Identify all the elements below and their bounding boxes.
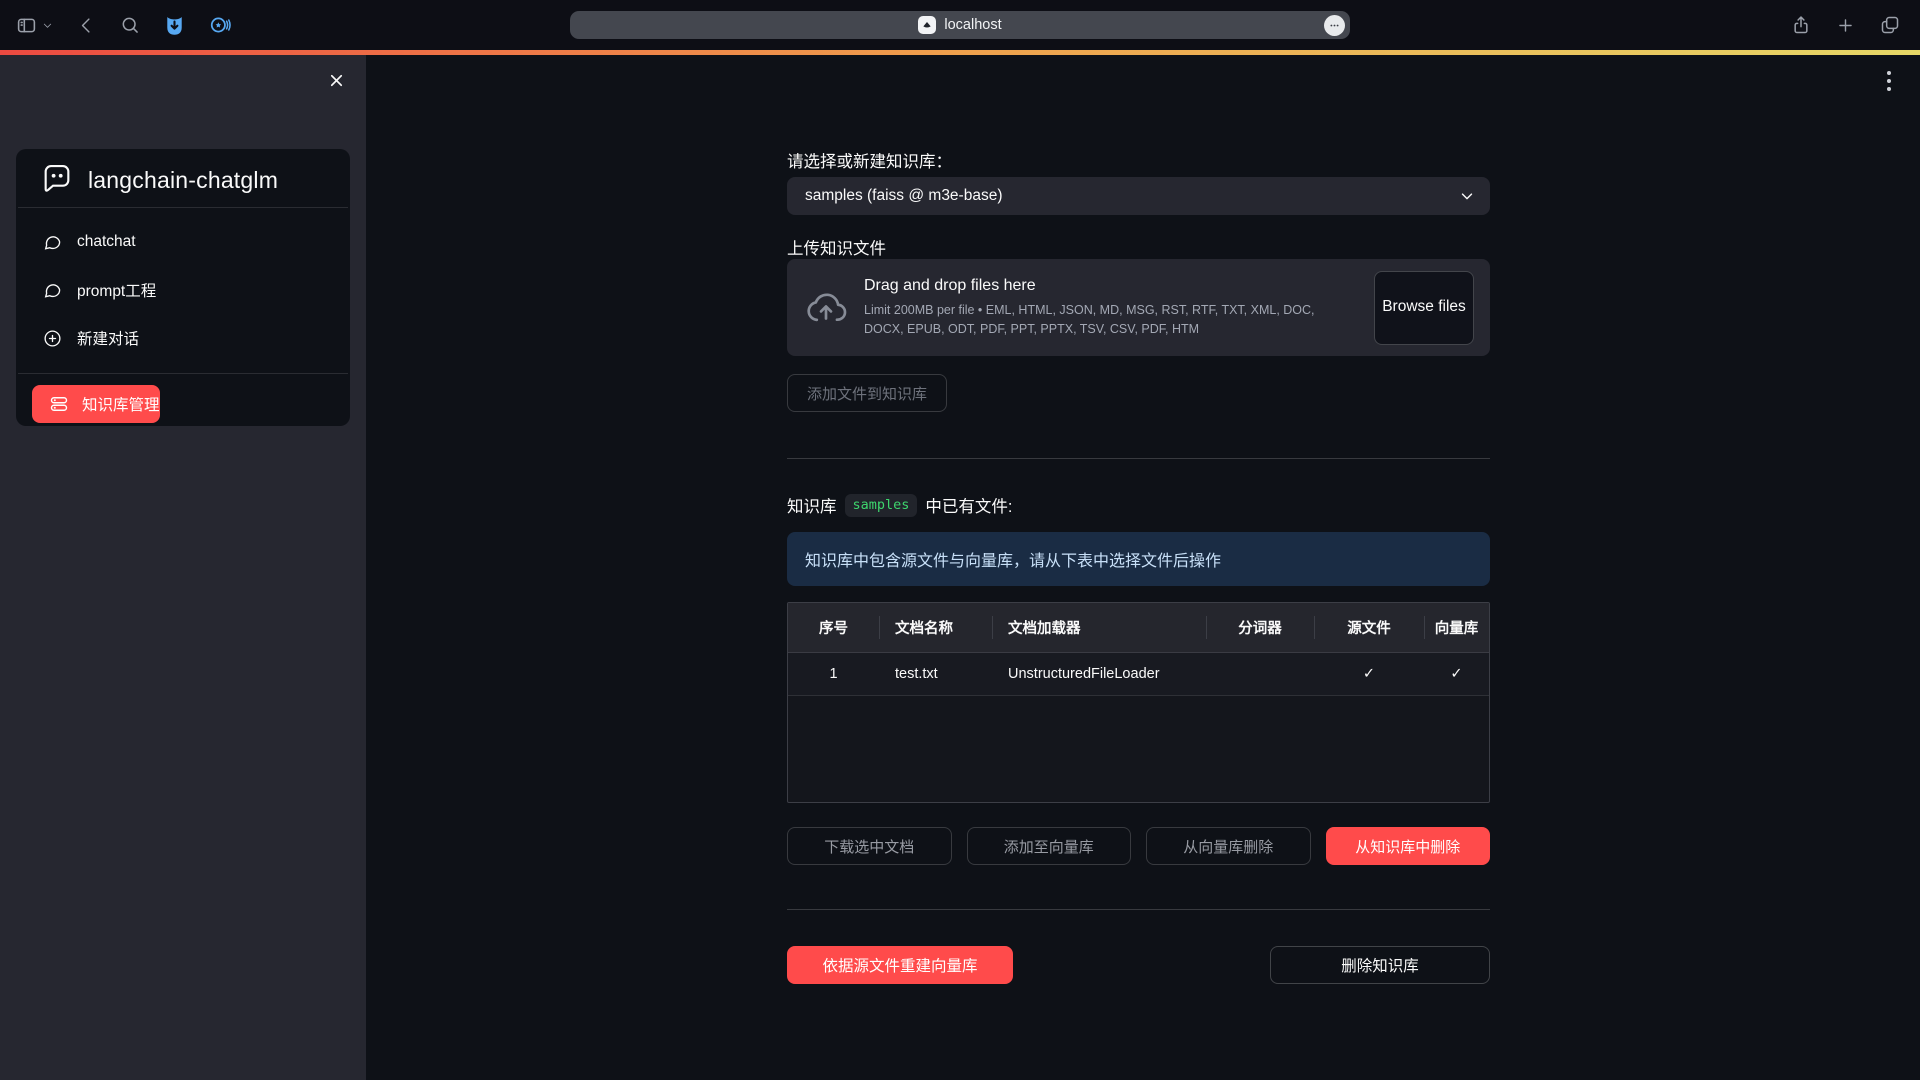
sidebar-item-kb-management[interactable]: 知识库管理 [32,385,160,423]
file-dropzone[interactable]: Drag and drop files here Limit 200MB per… [787,259,1490,356]
cell-splitter [1206,653,1314,695]
sidebar-item-chatchat[interactable]: chatchat [16,218,350,266]
col-header-splitter: 分词器 [1206,603,1314,652]
info-banner: 知识库中包含源文件与向量库，请从下表中选择文件后操作 [787,532,1490,586]
upload-label: 上传知识文件 [787,235,1490,255]
sidebar-item-label: chatchat [77,233,136,251]
app-title: langchain-chatglm [88,167,278,194]
browser-toolbar: localhost [0,0,1920,50]
divider [18,373,348,374]
address-text: localhost [944,17,1001,33]
share-icon[interactable] [1791,15,1811,35]
toolbar-right-group [1791,0,1900,50]
cell-source-check: ✓ [1314,653,1424,695]
col-header-name: 文档名称 [879,603,992,652]
app-logo-icon [40,163,74,197]
app-menu-button[interactable] [1880,68,1898,97]
toolbar-left-group [16,0,231,50]
cell-name: test.txt [879,653,992,695]
cell-loader: UnstructuredFileLoader [992,653,1206,695]
sidebar-toggle-icon[interactable] [16,15,37,36]
col-header-loader: 文档加载器 [992,603,1206,652]
dropzone-text: Drag and drop files here Limit 200MB per… [849,277,1374,337]
existing-files-prefix: 知识库 [787,493,837,517]
sidebar-item-label: 知识库管理 [82,393,160,415]
kb-select-label: 请选择或新建知识库： [787,148,1490,170]
app-header: langchain-chatglm [16,149,350,207]
chevron-down-icon[interactable] [42,20,53,31]
content-column: 请选择或新建知识库： samples (faiss @ m3e-base) 上传… [787,55,1490,984]
existing-files-line: 知识库 samples 中已有文件: [787,492,1490,518]
col-header-vector: 向量库 [1424,603,1489,652]
extension-shield-icon[interactable] [164,15,185,36]
table-row[interactable]: 1 test.txt UnstructuredFileLoader ✓ ✓ [788,653,1489,696]
col-header-index: 序号 [788,603,879,652]
sidebar-item-label: prompt工程 [77,279,156,301]
divider [787,909,1490,910]
extension-reader-icon[interactable] [209,14,231,36]
add-files-button[interactable]: 添加文件到知识库 [787,374,947,412]
add-to-vectorstore-button[interactable]: 添加至向量库 [967,827,1132,865]
kb-stack-icon [49,394,69,414]
col-header-source: 源文件 [1314,603,1424,652]
plus-circle-icon [43,329,62,348]
new-tab-icon[interactable] [1836,16,1855,35]
footer-actions: 依据源文件重建向量库 删除知识库 [787,946,1490,984]
chat-bubble-icon [43,233,62,252]
chevron-down-icon [1458,187,1476,205]
page-more-icon[interactable] [1324,15,1345,36]
cell-vector-check: ✓ [1424,653,1489,695]
main-content: 请选择或新建知识库： samples (faiss @ m3e-base) 上传… [366,55,1920,1080]
rebuild-vectorstore-button[interactable]: 依据源文件重建向量库 [787,946,1013,984]
remove-from-vectorstore-button[interactable]: 从向量库删除 [1146,827,1311,865]
address-bar[interactable]: localhost [570,11,1350,39]
app: langchain-chatglm chatchat prompt工程 新建对话 [0,55,1920,1080]
cloud-upload-icon [803,285,849,331]
files-table[interactable]: 序号 文档名称 文档加载器 分词器 源文件 向量库 1 test.txt Uns… [787,602,1490,803]
sidebar-item-new-dialog[interactable]: 新建对话 [16,314,350,362]
kb-select-value: samples (faiss @ m3e-base) [805,187,1458,205]
table-header-row: 序号 文档名称 文档加载器 分词器 源文件 向量库 [788,603,1489,653]
sidebar-item-label: 新建对话 [77,327,139,349]
kebab-menu-icon [1880,68,1898,94]
delete-from-kb-button[interactable]: 从知识库中删除 [1326,827,1491,865]
row-actions: 下载选中文档 添加至向量库 从向量库删除 从知识库中删除 [787,827,1490,865]
divider [787,458,1490,459]
kb-select[interactable]: samples (faiss @ m3e-base) [787,177,1490,215]
close-icon [327,71,346,90]
delete-kb-button[interactable]: 删除知识库 [1270,946,1490,984]
chat-bubble-icon [43,281,62,300]
tab-overview-icon[interactable] [1880,15,1900,35]
search-icon[interactable] [120,15,140,35]
back-icon[interactable] [77,16,96,35]
dropzone-hint: Limit 200MB per file • EML, HTML, JSON, … [864,301,1356,337]
screen: localhost [0,0,1920,1080]
kb-name-chip: samples [845,494,918,517]
download-selected-button[interactable]: 下载选中文档 [787,827,952,865]
browse-files-button[interactable]: Browse files [1374,271,1474,345]
dropzone-title: Drag and drop files here [864,277,1356,295]
sidebar-nav-items: chatchat prompt工程 新建对话 [16,208,350,362]
sidebar-close-button[interactable] [323,67,349,93]
sidebar-item-prompt-engineering[interactable]: prompt工程 [16,266,350,314]
sidebar-nav-card: langchain-chatglm chatchat prompt工程 新建对话 [16,149,350,426]
cell-index: 1 [788,653,879,695]
sidebar: langchain-chatglm chatchat prompt工程 新建对话 [0,55,366,1080]
site-favicon [918,16,936,34]
existing-files-suffix: 中已有文件: [925,493,1012,517]
